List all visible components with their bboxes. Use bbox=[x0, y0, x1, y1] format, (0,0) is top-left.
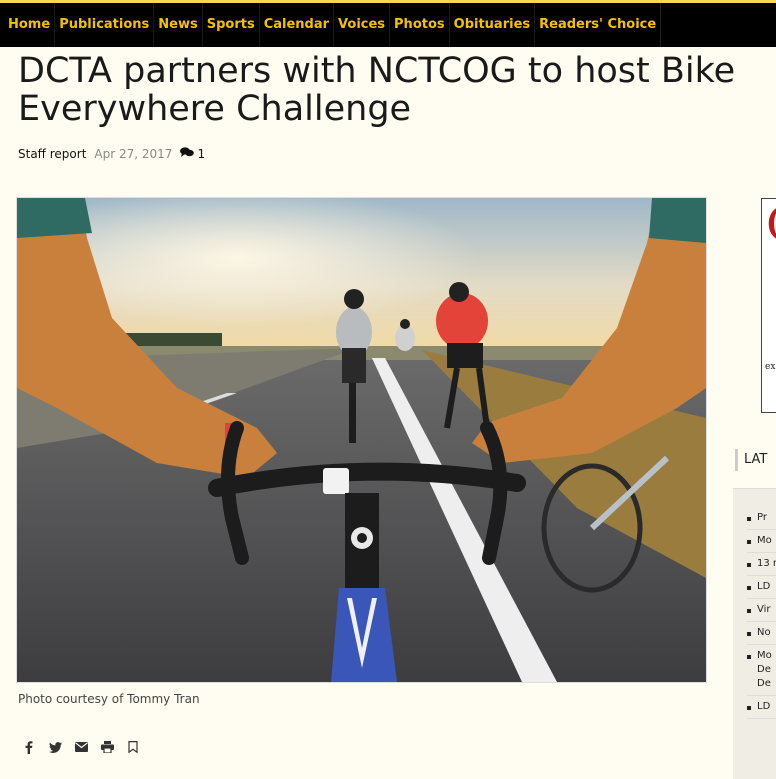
main-nav: Home Publications News Sports Calendar V… bbox=[0, 3, 776, 47]
ad-logo: C bbox=[766, 201, 776, 249]
latest-news-item[interactable]: LD bbox=[747, 696, 776, 719]
ad-text: ex bbox=[765, 362, 776, 372]
latest-news-item[interactable]: No bbox=[747, 622, 776, 645]
nav-item-news[interactable]: News bbox=[154, 3, 203, 47]
nav-item-publications[interactable]: Publications bbox=[55, 3, 155, 47]
latest-news-item[interactable]: Mo bbox=[747, 530, 776, 553]
nav-item-voices[interactable]: Voices bbox=[334, 3, 391, 47]
article-photo[interactable] bbox=[16, 197, 707, 683]
latest-news-item[interactable]: Pr bbox=[747, 507, 776, 530]
latest-news-item[interactable]: 13 na bbox=[747, 553, 776, 576]
sidebar-ad[interactable]: C ex bbox=[761, 198, 776, 413]
nav-item-readers-choice[interactable]: Readers' Choice bbox=[535, 3, 662, 47]
article-title: DCTA partners with NCTCOG to host Bike E… bbox=[18, 51, 736, 129]
latest-news-item[interactable]: LD bbox=[747, 576, 776, 599]
author-link[interactable]: Staff report bbox=[18, 147, 86, 161]
photo-caption: Photo courtesy of Tommy Tran bbox=[18, 692, 200, 706]
print-icon[interactable] bbox=[100, 740, 114, 754]
publish-date: Apr 27, 2017 bbox=[94, 147, 173, 161]
share-toolbar bbox=[22, 740, 140, 754]
latest-news-heading: LAT bbox=[735, 449, 776, 471]
comments-link[interactable]: 1 bbox=[180, 147, 205, 161]
nav-item-obituaries[interactable]: Obituaries bbox=[450, 3, 536, 47]
nav-item-photos[interactable]: Photos bbox=[390, 3, 450, 47]
latest-news-list: Pr Mo 13 na LD Vir No Mo De De LD bbox=[747, 507, 776, 719]
email-icon[interactable] bbox=[74, 740, 88, 754]
facebook-icon[interactable] bbox=[22, 740, 36, 754]
latest-news-item[interactable]: Mo De De bbox=[747, 645, 776, 696]
comment-count: 1 bbox=[197, 147, 206, 161]
nav-item-home[interactable]: Home bbox=[4, 3, 56, 47]
latest-news-panel: Pr Mo 13 na LD Vir No Mo De De LD bbox=[733, 488, 776, 779]
twitter-icon[interactable] bbox=[48, 740, 62, 754]
nav-item-calendar[interactable]: Calendar bbox=[260, 3, 335, 47]
nav-item-sports[interactable]: Sports bbox=[203, 3, 260, 47]
byline: Staff report Apr 27, 2017 1 bbox=[18, 147, 205, 161]
bookmark-icon[interactable] bbox=[126, 740, 140, 754]
comment-icon bbox=[180, 147, 195, 161]
latest-news-item[interactable]: Vir bbox=[747, 599, 776, 622]
